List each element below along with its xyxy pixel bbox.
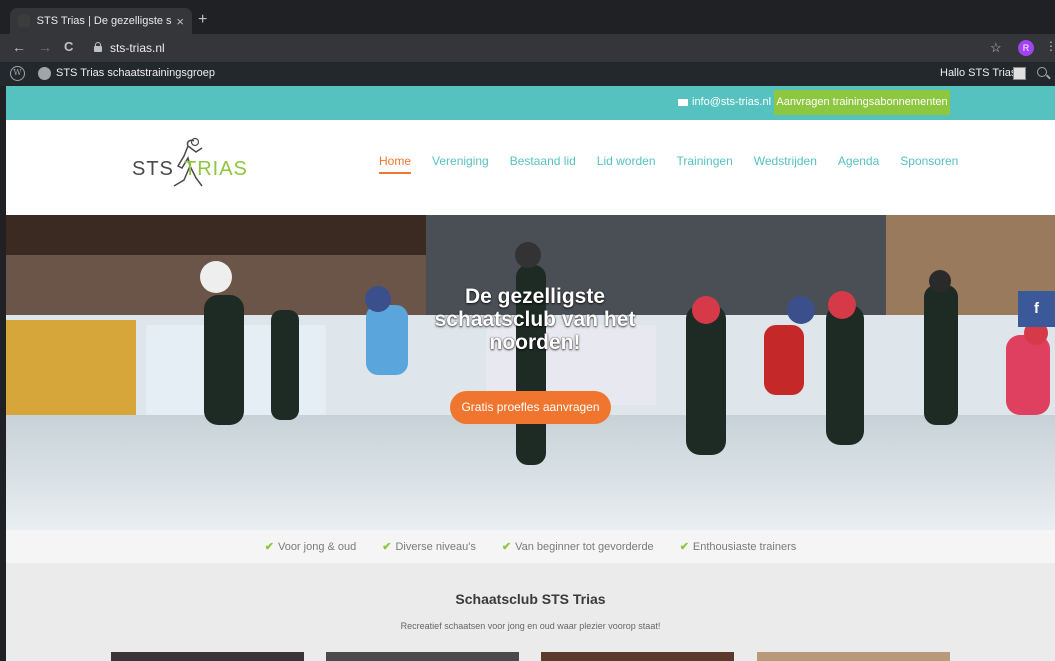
- wp-greeting[interactable]: Hallo STS Trias: [940, 67, 1016, 79]
- usp-item: ✔ Enthousiaste trainers: [679, 540, 797, 554]
- hero-title: De gezelligste schaatsclub van het noord…: [434, 285, 636, 354]
- site-logo[interactable]: STS TRIAS: [132, 136, 247, 192]
- thumbnail-image[interactable]: [757, 652, 950, 661]
- profile-avatar[interactable]: R: [1018, 40, 1034, 56]
- dashboard-icon: [38, 67, 51, 80]
- check-icon: ✔: [382, 541, 392, 553]
- thumbnail-image[interactable]: [326, 652, 519, 661]
- envelope-icon: [678, 98, 688, 106]
- logo-text-sts: STS: [132, 158, 174, 180]
- thumbnail-image[interactable]: [541, 652, 734, 661]
- nav-item-wedstrijden[interactable]: Wedstrijden: [754, 154, 817, 168]
- search-icon[interactable]: [1037, 67, 1047, 77]
- nav-item-agenda[interactable]: Agenda: [838, 154, 879, 168]
- free-trial-button[interactable]: Gratis proefles aanvragen: [450, 391, 611, 424]
- bookmark-star-icon[interactable]: ☆: [990, 40, 1002, 56]
- reload-icon[interactable]: C: [64, 39, 73, 54]
- usp-strip: ✔ Voor jong & oud ✔ Diverse niveau's ✔ Van …: [6, 530, 1055, 563]
- url-field[interactable]: sts-trias.nl: [110, 41, 165, 55]
- tab-strip: STS Trias | De gezelligste scha × +: [0, 0, 1055, 34]
- wordpress-logo-icon[interactable]: W: [10, 66, 25, 81]
- logo-text-trias: TRIAS: [184, 158, 248, 180]
- email-text: info@sts-trias.nl: [692, 96, 772, 108]
- intro-heading: Schaatsclub STS Trias: [455, 591, 606, 607]
- nav-item-home[interactable]: Home: [379, 154, 412, 174]
- main-navigation: Home Vereniging Bestaand lid Lid worden …: [379, 154, 979, 174]
- browser-window: STS Trias | De gezelligste scha × + ← → …: [0, 0, 1055, 661]
- browser-menu-icon[interactable]: ⋮: [1045, 39, 1055, 53]
- usp-item: ✔ Diverse niveau's: [382, 540, 476, 554]
- tab-title: STS Trias | De gezelligste scha: [36, 15, 173, 27]
- intro-section: Schaatsclub STS Trias Recreatief schaats…: [6, 563, 1055, 661]
- usp-item: ✔ Voor jong & oud: [264, 540, 357, 554]
- thumbnail-image[interactable]: [111, 652, 304, 661]
- wp-site-name[interactable]: STS Trias schaatstrainingsgroep: [56, 67, 215, 79]
- wp-user-avatar[interactable]: [1013, 67, 1026, 80]
- close-tab-icon[interactable]: ×: [176, 14, 184, 29]
- hero-banner: De gezelligste schaatsclub van het noord…: [6, 215, 1055, 530]
- wp-admin-bar: W STS Trias schaatstrainingsgroep Hallo …: [0, 62, 1055, 86]
- email-link[interactable]: info@sts-trias.nl: [678, 96, 771, 108]
- new-tab-button[interactable]: +: [198, 11, 207, 29]
- website: info@sts-trias.nl Aanvragen trainingsabo…: [6, 86, 1055, 661]
- hero-photo-skaters: [6, 215, 1055, 530]
- site-topbar: info@sts-trias.nl Aanvragen trainingsabo…: [6, 86, 1055, 120]
- browser-tab[interactable]: STS Trias | De gezelligste scha ×: [10, 8, 192, 34]
- nav-item-sponsoren[interactable]: Sponsoren: [900, 154, 958, 168]
- forward-icon[interactable]: →: [38, 39, 52, 55]
- nav-item-vereniging[interactable]: Vereniging: [432, 154, 489, 168]
- address-bar-row: ← → C sts-trias.nl ☆ R ⋮: [0, 34, 1055, 62]
- check-icon: ✔: [679, 541, 689, 553]
- intro-text: Recreatief schaatsen voor jong en oud wa…: [400, 621, 661, 631]
- check-icon: ✔: [264, 541, 274, 553]
- nav-item-bestaand-lid[interactable]: Bestaand lid: [510, 154, 576, 168]
- site-header: STS TRIAS Home Vereniging Bestaand lid L…: [6, 120, 1055, 215]
- facebook-icon[interactable]: f: [1018, 291, 1055, 327]
- nav-item-lid-worden[interactable]: Lid worden: [597, 154, 656, 168]
- nav-item-trainingen[interactable]: Trainingen: [677, 154, 733, 168]
- usp-item: ✔ Van beginner tot gevorderde: [501, 540, 654, 554]
- favicon-icon: [18, 15, 30, 27]
- back-icon[interactable]: ←: [12, 39, 26, 55]
- lock-icon: [94, 42, 102, 52]
- subscription-request-button[interactable]: Aanvragen trainingsabonnementen: [774, 90, 950, 115]
- check-icon: ✔: [501, 541, 512, 553]
